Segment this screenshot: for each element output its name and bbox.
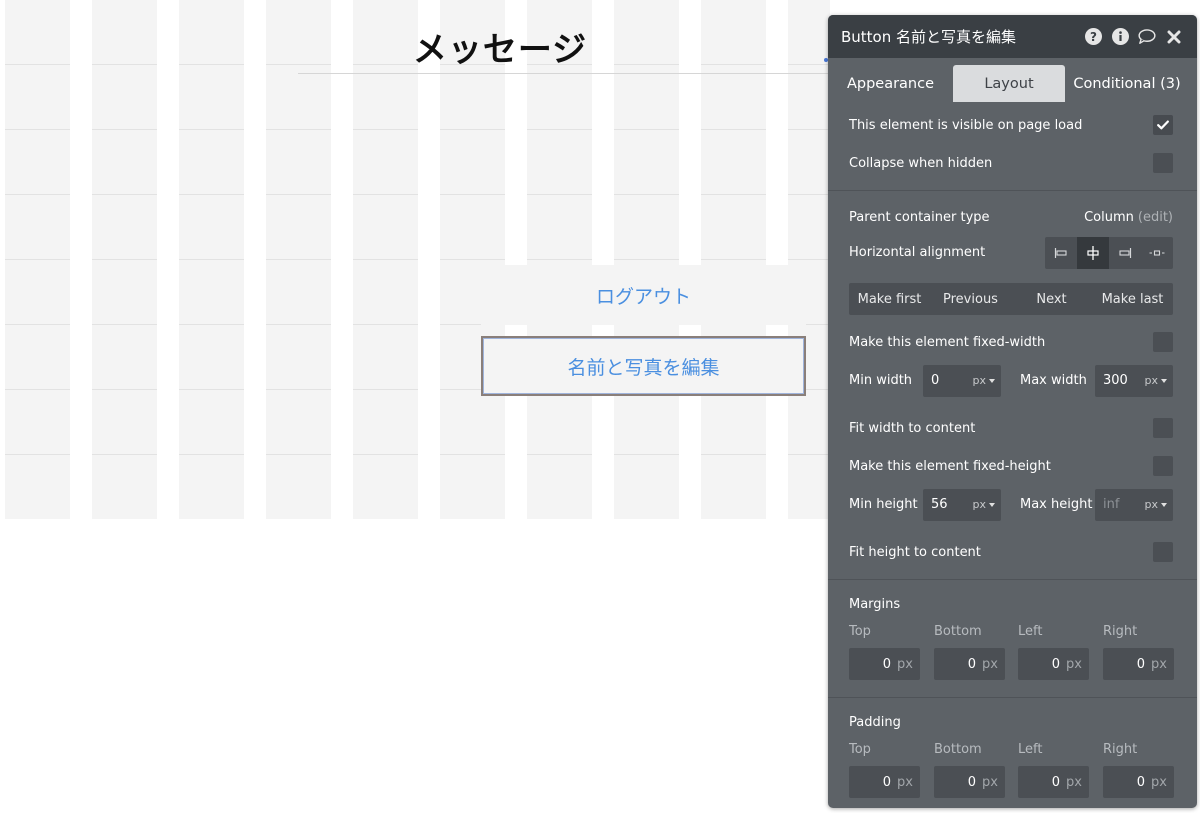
align-right-icon[interactable] [1109,237,1141,269]
element-order-bar: Make first Previous Next Make last [849,283,1173,315]
padding-title: Padding [849,715,901,730]
fixed-width-checkbox[interactable] [1153,332,1173,352]
page-title[interactable]: メッセージ [300,22,700,71]
panel-header[interactable]: Button 名前と写真を編集 ? [828,15,1197,58]
page-grid-background [5,0,830,519]
make-last-button[interactable]: Make last [1092,283,1173,315]
min-height-label: Min height [849,497,918,512]
margin-right-label: Right [1103,624,1138,639]
comment-icon[interactable] [1138,28,1156,46]
visible-on-load-label: This element is visible on page load [849,117,1083,133]
height-limits-row: Min height 56 px Max height inf px [849,488,1173,521]
max-width-label: Max width [1020,373,1087,388]
section-divider [828,697,1197,698]
parent-container-edit-link[interactable]: (edit) [1138,210,1173,225]
padding-bottom-input[interactable]: 0 px [934,766,1005,798]
fixed-width-label: Make this element fixed-width [849,334,1046,350]
parent-container-value: Column [1084,209,1134,225]
margin-left-label: Left [1018,624,1043,639]
checkmark-icon [1157,120,1169,130]
fixed-height-label: Make this element fixed-height [849,458,1051,474]
width-limits-row: Min width 0 px Max width 300 px [849,364,1173,397]
svg-text:?: ? [1090,30,1097,44]
info-icon[interactable] [1111,28,1129,46]
collapse-when-hidden-row: Collapse when hidden [849,152,1173,174]
margin-left-input[interactable]: 0 px [1018,648,1089,680]
min-width-label: Min width [849,373,913,388]
margin-right-input[interactable]: 0 px [1103,648,1174,680]
max-width-input[interactable]: 300 px [1095,364,1173,397]
collapse-when-hidden-label: Collapse when hidden [849,155,993,171]
caret-down-icon [1161,502,1167,507]
panel-title: Button 名前と写真を編集 [841,28,1017,46]
margin-top-input[interactable]: 0 px [849,648,920,680]
fit-height-label: Fit height to content [849,544,981,560]
horizontal-alignment-group [1045,236,1173,269]
padding-bottom-label: Bottom [934,742,982,757]
max-height-input[interactable]: inf px [1095,488,1173,521]
fit-width-row: Fit width to content [849,417,1173,439]
editor-canvas[interactable]: メッセージ ログアウト 名前と写真を編集 [0,0,830,813]
collapse-when-hidden-checkbox[interactable] [1153,153,1173,173]
visible-on-load-checkbox[interactable] [1153,115,1173,135]
horizontal-alignment-label: Horizontal alignment [849,245,986,260]
margin-bottom-label: Bottom [934,624,982,639]
max-width-value: 300 [1103,373,1128,388]
align-distribute-icon[interactable] [1141,237,1173,269]
horizontal-alignment-row: Horizontal alignment [849,236,1173,269]
panel-tabs: Appearance Layout Conditional (3) [828,58,1197,102]
min-height-input[interactable]: 56 px [923,488,1001,521]
make-first-button[interactable]: Make first [849,283,930,315]
max-height-placeholder: inf [1103,497,1120,512]
fit-width-checkbox[interactable] [1153,418,1173,438]
padding-top-input[interactable]: 0 px [849,766,920,798]
edit-profile-button[interactable]: 名前と写真を編集 [481,336,806,396]
fit-height-row: Fit height to content [849,541,1173,563]
padding-right-input[interactable]: 0 px [1103,766,1174,798]
caret-down-icon [989,502,995,507]
padding-left-input[interactable]: 0 px [1018,766,1089,798]
min-width-value: 0 [931,373,940,388]
min-height-unit-select[interactable]: px [973,498,995,511]
fit-width-label: Fit width to content [849,420,976,436]
min-width-input[interactable]: 0 px [923,364,1001,397]
parent-container-label: Parent container type [849,209,990,225]
padding-left-label: Left [1018,742,1043,757]
fixed-height-row: Make this element fixed-height [849,455,1173,477]
min-height-value: 56 [931,497,948,512]
fixed-height-checkbox[interactable] [1153,456,1173,476]
caret-down-icon [989,378,995,383]
align-center-icon[interactable] [1077,236,1109,269]
previous-button[interactable]: Previous [930,283,1011,315]
max-height-label: Max height [1020,497,1093,512]
tab-conditional[interactable]: Conditional (3) [1065,65,1189,102]
close-icon[interactable] [1165,28,1183,46]
tab-layout[interactable]: Layout [953,65,1065,102]
logout-button[interactable]: ログアウト [481,265,806,325]
section-divider [828,579,1197,580]
min-width-unit-select[interactable]: px [973,374,995,387]
parent-container-row: Parent container type Column (edit) [849,206,1173,228]
fit-height-checkbox[interactable] [1153,542,1173,562]
section-divider [828,190,1197,191]
tab-appearance[interactable]: Appearance [828,65,953,102]
fixed-width-row: Make this element fixed-width [849,331,1173,353]
margin-bottom-input[interactable]: 0 px [934,648,1005,680]
padding-top-label: Top [849,742,871,757]
caret-down-icon [1161,378,1167,383]
margins-title: Margins [849,597,901,612]
max-height-unit-select[interactable]: px [1145,498,1167,511]
max-width-unit-select[interactable]: px [1145,374,1167,387]
next-button[interactable]: Next [1011,283,1092,315]
title-divider [298,73,828,74]
align-left-icon[interactable] [1045,237,1077,269]
help-icon[interactable]: ? [1084,28,1102,46]
property-editor-panel: Button 名前と写真を編集 ? Appearance Layout Cond… [828,15,1197,808]
padding-right-label: Right [1103,742,1138,757]
margin-top-label: Top [849,624,871,639]
visible-on-load-row: This element is visible on page load [849,114,1173,136]
